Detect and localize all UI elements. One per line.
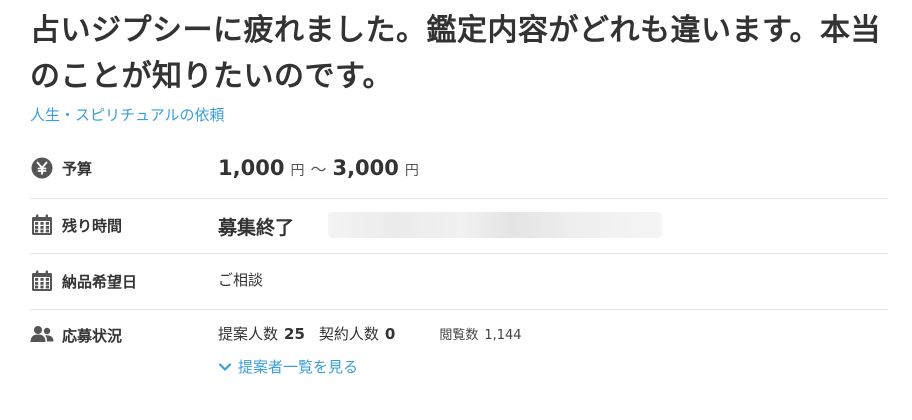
applications-row: 応募状況 提案人数 25 契約人数 0 閲覧数 1,144 提案者一覧を見る [30,310,888,390]
calendar-icon [30,213,54,237]
category-link[interactable]: 人生・スピリチュアルの依頼 [30,104,225,125]
views-label: 閲覧数 [439,328,479,343]
budget-row: 予算 1,000 円 ～ 3,000 円 [30,140,888,199]
budget-label: 予算 [62,159,93,178]
people-icon [30,323,54,347]
view-proposers-link[interactable]: 提案者一覧を見る [218,356,358,377]
delivery-label: 納品希望日 [62,272,138,291]
delivery-row: 納品希望日 ご相談 [30,254,888,310]
budget-unit: 円 [290,163,305,179]
deadline-label: 残り時間 [62,216,123,235]
budget-unit: 円 [404,163,419,179]
deadline-status: 募集終了 [218,217,295,239]
views-stat: 閲覧数 1,144 [439,324,521,343]
job-details-table: 予算 1,000 円 ～ 3,000 円 残り時間 募集終了 納品希望日 ご相談 … [30,140,888,390]
deadline-label-cell: 残り時間 [30,213,218,237]
budget-label-cell: 予算 [30,156,218,180]
job-title: 占いジプシーに疲れました。鑑定内容がどれも違います。本当のことが知りたいのです。 [30,13,881,94]
delivery-value: ご相談 [218,271,264,289]
views-count: 1,144 [484,328,522,343]
budget-max: 3,000 [332,156,399,180]
contracts-label: 契約人数 [318,325,379,343]
calendar-icon [30,269,54,293]
proposals-count: 25 [284,325,305,343]
delivery-label-cell: 納品希望日 [30,269,218,293]
chevron-down-icon [218,360,232,374]
view-proposers-label: 提案者一覧を見る [238,358,359,376]
budget-separator: ～ [310,160,327,179]
yen-icon [30,156,54,180]
applications-value-cell: 提案人数 25 契約人数 0 閲覧数 1,144 提案者一覧を見る [218,323,888,378]
contracts-count: 0 [384,325,396,343]
applications-label: 応募状況 [62,326,123,345]
job-detail-page: 占いジプシーに疲れました。鑑定内容がどれも違います。本当のことが知りたいのです。… [0,0,912,420]
budget-min: 1,000 [218,156,285,180]
redacted-end-date [328,212,662,238]
applications-label-cell: 応募状況 [30,323,218,347]
proposals-label: 提案人数 [218,325,279,343]
applications-stats: 提案人数 25 契約人数 0 閲覧数 1,144 [218,323,888,344]
budget-value: 1,000 円 ～ 3,000 円 [218,156,888,180]
